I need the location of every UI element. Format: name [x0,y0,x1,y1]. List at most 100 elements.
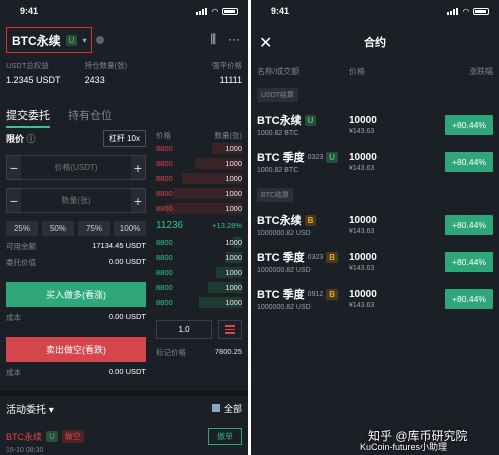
tab-positions[interactable]: 持有仓位 [68,107,112,128]
bid-row[interactable]: 8800 1000 [156,235,242,250]
wifi-icon: ◠ [462,6,469,16]
sell-cost: 成本 0.00 USDT [6,367,146,377]
contract-price: 10000 [349,114,377,126]
order-book-header: 价格 数量(张) [156,131,242,140]
status-time: 9:41 [20,6,39,16]
active-orders-dropdown[interactable]: 活动委托 ▾ [6,401,54,416]
watermark-sub: KuCoin-futures小助理 [360,442,448,452]
contract-price-cny: ¥143.63 [349,301,375,309]
contract-price-cell: 10000 ¥143.63 [349,215,445,235]
settle-tag: U [326,151,339,163]
cancel-order-button[interactable]: 撤单 [208,428,242,445]
ask-price: 8800 [156,204,173,213]
active-orders-bar: 活动委托 ▾ 全部 [0,390,248,420]
section-label: USDT结算 [257,88,299,102]
bid-list: 8800 1000 8800 1000 8800 1000 8800 1000 8800 1000 [156,235,242,310]
contract-row[interactable]: BTC永续 B 1000000.82 USD 10000 ¥143.63 +80.44% [251,206,499,243]
status-bar: 9:41 ◠ [251,0,499,22]
contract-header: ✕ 合约 [251,22,499,62]
ask-list: 8800 1000 8800 1000 8800 1000 8800 1000 8800 1000 [156,141,242,216]
contract-name: BTC永续 [257,115,302,127]
contract-name: BTC永续 [257,215,302,227]
battery-icon [222,7,238,15]
ask-row[interactable]: 8800 1000 [156,156,242,171]
price-input[interactable] [21,156,131,179]
futures-trade-screen: 9:41 ◠ BTC永续 U ▾ ⫼ ··· USDT总权益 1.2345 USD… [0,0,248,455]
contract-name: BTC 季度 [257,289,305,301]
contract-volume: 1000.82 BTC [257,130,299,137]
percent-50-button[interactable]: 50% [42,221,74,236]
qty-plus-button[interactable]: + [131,189,145,212]
contract-name-cell: BTC 季度 0323 B 1000000.82 USD [257,249,349,274]
buy-long-button[interactable]: 买入做多(看涨) [6,282,146,307]
contract-volume: 1000000.82 USD [257,304,311,311]
col-price: 价格 [349,66,365,76]
bid-qty: 1000 [225,253,242,262]
checkbox-icon [211,404,220,412]
ask-price: 8800 [156,144,173,153]
quantity-input[interactable] [21,189,131,212]
qty-minus-button[interactable]: − [7,189,21,212]
depth-select[interactable]: 1.0 [156,320,212,339]
more-icon[interactable]: ··· [228,32,240,47]
ask-row[interactable]: 8800 1000 [156,141,242,156]
order-form: 限价 ⓘ 杠杆 10x − + − + 25% 50% 75% 100% 可用余… [6,130,146,378]
info-icon[interactable] [96,36,105,44]
bid-price: 8800 [156,298,173,307]
bid-row[interactable]: 8800 1000 [156,295,242,310]
sell-short-button[interactable]: 卖出做空(看跌) [6,337,146,362]
order-value: 委托价值 0.00 USDT [6,257,146,267]
change-badge: +80.44% [445,288,493,309]
bid-row[interactable]: 8800 1000 [156,280,242,295]
bid-row[interactable]: 8800 1000 [156,265,242,280]
quantity-stepper: − + [6,188,146,213]
contract-row[interactable]: BTC 季度 0323 B 1000000.82 USD 10000 ¥143.63 +80… [251,243,499,280]
percent-25-button[interactable]: 25% [6,221,38,236]
ask-row[interactable]: 8800 1000 [156,201,242,216]
col-change: 涨跌幅 [469,66,493,76]
change-badge: +80.44% [445,214,493,235]
stat-liquidation: 强平价格 11111 [212,61,243,85]
ask-row[interactable]: 8800 1000 [156,171,242,186]
percent-buttons: 25% 50% 75% 100% [6,221,146,236]
contract-price-cell: 10000 ¥143.63 [349,152,445,172]
contract-price-cny: ¥143.63 [349,227,375,235]
ask-row[interactable]: 8800 1000 [156,186,242,201]
order-tag: U [46,431,58,442]
stat-equity: USDT总权益 1.2345 USDT [6,61,61,85]
bid-price: 8800 [156,253,173,262]
all-toggle[interactable]: 全部 [211,402,242,415]
contract-row[interactable]: BTC永续 U 1000.82 BTC 10000 ¥143.63 +80.44% [251,106,499,143]
change-badge: +80.44% [445,251,493,272]
ask-qty: 1000 [225,144,242,153]
percent-75-button[interactable]: 75% [78,221,110,236]
settle-tag: U [304,114,317,126]
status-bar: 9:41 ◠ [0,0,248,22]
order-type-select[interactable]: 限价 ⓘ [6,132,36,145]
leverage-button[interactable]: 杠杆 10x [102,130,146,147]
symbol-selector[interactable]: BTC永续 U ▾ [6,27,93,53]
book-layout-icon[interactable] [218,320,242,339]
signal-icon [195,7,208,15]
battery-icon [473,7,489,15]
contract-price-cell: 10000 ¥143.63 [349,115,445,135]
ask-qty: 1000 [225,189,242,198]
settle-tag: B [326,251,339,263]
trade-header: BTC永续 U ▾ ⫼ ··· [0,22,248,58]
price-plus-button[interactable]: + [131,156,145,179]
price-minus-button[interactable]: − [7,156,21,179]
contract-row[interactable]: BTC 季度 0912 B 1000000.82 USD 10000 ¥143.63 +80… [251,280,499,317]
bid-price: 8800 [156,268,173,277]
contract-code: 0912 [307,290,324,298]
bid-row[interactable]: 8800 1000 [156,250,242,265]
contract-list-screen: 9:41 ◠ ✕ 合约 名称/成交额 价格 涨跌幅 USDT结算 BTC永续 U 10… [251,0,499,455]
contract-row[interactable]: BTC 季度 0323 U 1000.82 BTC 10000 ¥143.63 +80.44… [251,143,499,180]
contract-name-cell: BTC 季度 0323 U 1000.82 BTC [257,149,349,174]
close-icon[interactable]: ✕ [259,33,272,53]
tab-submit-order[interactable]: 提交委托 [6,107,50,128]
candlestick-chart-icon[interactable]: ⫼ [210,32,216,47]
contract-name-cell: BTC永续 U 1000.82 BTC [257,112,349,137]
order-side: 做空 [61,430,84,443]
contract-name-cell: BTC永续 B 1000000.82 USD [257,212,349,237]
percent-100-button[interactable]: 100% [114,221,146,236]
